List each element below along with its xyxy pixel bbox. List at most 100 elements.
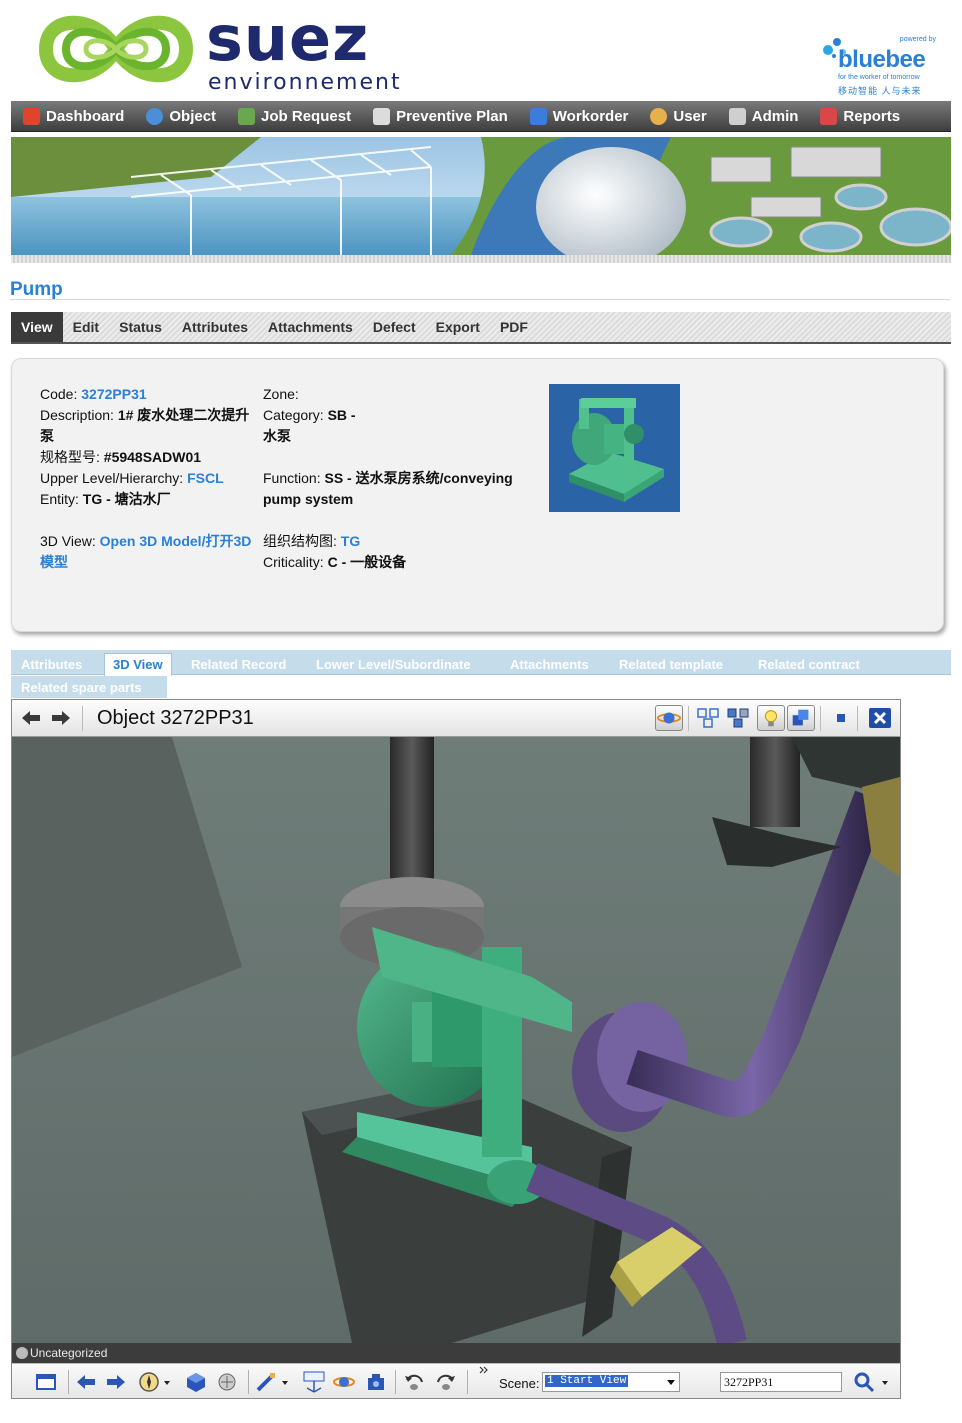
cubes-solid-icon[interactable]	[724, 705, 752, 731]
object-subtabs: Attributes 3D View Related Record Lower …	[11, 650, 951, 698]
back-arrow-icon[interactable]	[20, 709, 42, 727]
partner-logo: powered by bluebee for the worker of tom…	[818, 26, 948, 98]
chevron-down-icon[interactable]	[162, 1370, 172, 1394]
header: suez environnement powered by bluebee fo…	[0, 0, 962, 100]
field-zone: Zone:	[263, 384, 533, 405]
nav-dashboard[interactable]: Dashboard	[11, 101, 134, 132]
nav-label: Workorder	[552, 107, 629, 125]
nav-reports[interactable]: Reports	[808, 101, 910, 132]
redo-view-icon[interactable]	[434, 1370, 458, 1394]
subtab-related-contract[interactable]: Related contract	[758, 657, 860, 672]
field-code: Code: 3272PP31	[40, 384, 252, 405]
nav-label: Admin	[751, 107, 799, 125]
scene-select[interactable]: 1 Start View	[542, 1372, 680, 1392]
3d-viewer: Object 3272PP31 Uncategorized Scene: 1 S…	[11, 699, 901, 1399]
close-icon[interactable]	[866, 705, 894, 731]
nav-workorder[interactable]: Workorder	[518, 101, 639, 132]
small-cube-icon[interactable]	[827, 705, 855, 731]
tab-status[interactable]: Status	[109, 312, 172, 342]
3d-view-label: 3D View:	[40, 533, 96, 549]
chevron-down-icon[interactable]	[880, 1370, 890, 1394]
camera-icon[interactable]	[364, 1370, 388, 1394]
partner-name: bluebee	[838, 46, 926, 73]
overflow-chevron-icon[interactable]	[478, 1364, 490, 1388]
nav-job-request[interactable]: Job Request	[226, 101, 361, 132]
panel-icon[interactable]	[34, 1370, 58, 1394]
saturn-icon[interactable]	[655, 705, 683, 731]
calendar-icon	[373, 107, 391, 125]
nav-object[interactable]: Object	[134, 101, 226, 132]
back-arrow-icon[interactable]	[74, 1370, 98, 1394]
xyz-icon[interactable]	[302, 1370, 326, 1394]
partner-tagline-cn: 移动智能 人与未来	[838, 86, 922, 96]
users-icon	[650, 107, 668, 125]
header-divider	[820, 706, 821, 731]
search-input[interactable]: 3272PP31	[720, 1372, 842, 1392]
measure-icon[interactable]	[254, 1370, 278, 1394]
nav-admin[interactable]: Admin	[717, 101, 809, 132]
tab-export[interactable]: Export	[426, 312, 490, 342]
tab-attachments[interactable]: Attachments	[258, 312, 363, 342]
title-divider	[10, 299, 950, 300]
field-category: Category: SB - 水泵	[263, 405, 373, 447]
org-link[interactable]: TG	[341, 533, 360, 549]
toolbar-divider	[395, 1370, 396, 1394]
tools-icon	[728, 107, 746, 125]
tab-edit[interactable]: Edit	[63, 312, 109, 342]
field-description: Description: 1# 废水处理二次提升泵	[40, 405, 252, 447]
3d-scene-canvas[interactable]	[12, 737, 900, 1343]
code-link[interactable]: 3272PP31	[81, 386, 146, 402]
viewer-toolbar: Scene: 1 Start View 3272PP31	[12, 1363, 900, 1398]
subtab-related-template[interactable]: Related template	[619, 657, 723, 672]
nav-label: Job Request	[261, 107, 352, 125]
subtab-related-record[interactable]: Related Record	[191, 657, 286, 672]
search-icon[interactable]	[852, 1370, 876, 1394]
scene-label: Scene:	[499, 1376, 540, 1391]
cubes-outline-icon[interactable]	[694, 705, 722, 731]
report-icon	[820, 107, 838, 125]
home-icon	[23, 107, 40, 125]
orbit-icon[interactable]	[332, 1370, 356, 1394]
upper-level-link[interactable]: FSCL	[187, 470, 224, 486]
nav-user[interactable]: User	[638, 101, 716, 132]
field-criticality: Criticality: C - 一般设备	[263, 552, 533, 573]
model-value: #5948SADW01	[103, 449, 202, 465]
nav-preventive-plan[interactable]: Preventive Plan	[361, 101, 518, 132]
header-divider	[82, 706, 83, 731]
detail-column-mid: Zone: Category: SB - 水泵 Function: SS - 送…	[263, 384, 533, 573]
forward-arrow-icon[interactable]	[50, 709, 72, 727]
map-icon[interactable]	[215, 1370, 239, 1394]
lightbulb-icon[interactable]	[757, 705, 785, 731]
chevron-down-icon[interactable]	[280, 1370, 290, 1394]
criticality-value: C - 一般设备	[327, 554, 407, 570]
pump-thumbnail[interactable]	[549, 384, 680, 512]
tab-attributes[interactable]: Attributes	[172, 312, 258, 342]
subtab-3d-view[interactable]: 3D View	[104, 653, 172, 676]
forward-arrow-icon[interactable]	[104, 1370, 128, 1394]
tab-pdf[interactable]: PDF	[490, 312, 538, 342]
suez-logo[interactable]: suez environnement	[36, 2, 436, 98]
tab-view[interactable]: View	[11, 312, 63, 342]
cube-view-icon[interactable]	[184, 1370, 208, 1394]
subtab-related-spare-parts[interactable]: Related spare parts	[21, 680, 142, 695]
subtab-lower-level[interactable]: Lower Level/Subordinate	[316, 657, 471, 672]
banner-image	[11, 137, 951, 255]
compass-icon[interactable]	[137, 1370, 161, 1394]
subtab-attachments[interactable]: Attachments	[510, 657, 589, 672]
nav-label: Dashboard	[46, 107, 125, 125]
scene-selected-value: 1 Start View	[545, 1375, 629, 1387]
action-tabs: View Edit Status Attributes Attachments …	[11, 312, 951, 344]
field-upper-level: Upper Level/Hierarchy: FSCL	[40, 468, 252, 489]
partner-powered: powered by	[899, 36, 936, 43]
detail-card: Code: 3272PP31 Description: 1# 废水处理二次提升泵…	[11, 358, 944, 632]
subtab-attributes[interactable]: Attributes	[21, 657, 82, 672]
detail-column-left: Code: 3272PP31 Description: 1# 废水处理二次提升泵…	[40, 384, 252, 573]
wrench-screen-icon	[529, 107, 547, 125]
undo-view-icon[interactable]	[402, 1370, 426, 1394]
function-label: Function:	[263, 470, 321, 486]
tab-defect[interactable]: Defect	[363, 312, 426, 342]
category-status: Uncategorized	[30, 1346, 108, 1360]
viewer-title: Object 3272PP31	[97, 707, 254, 729]
cube-stack-icon[interactable]	[787, 705, 815, 731]
